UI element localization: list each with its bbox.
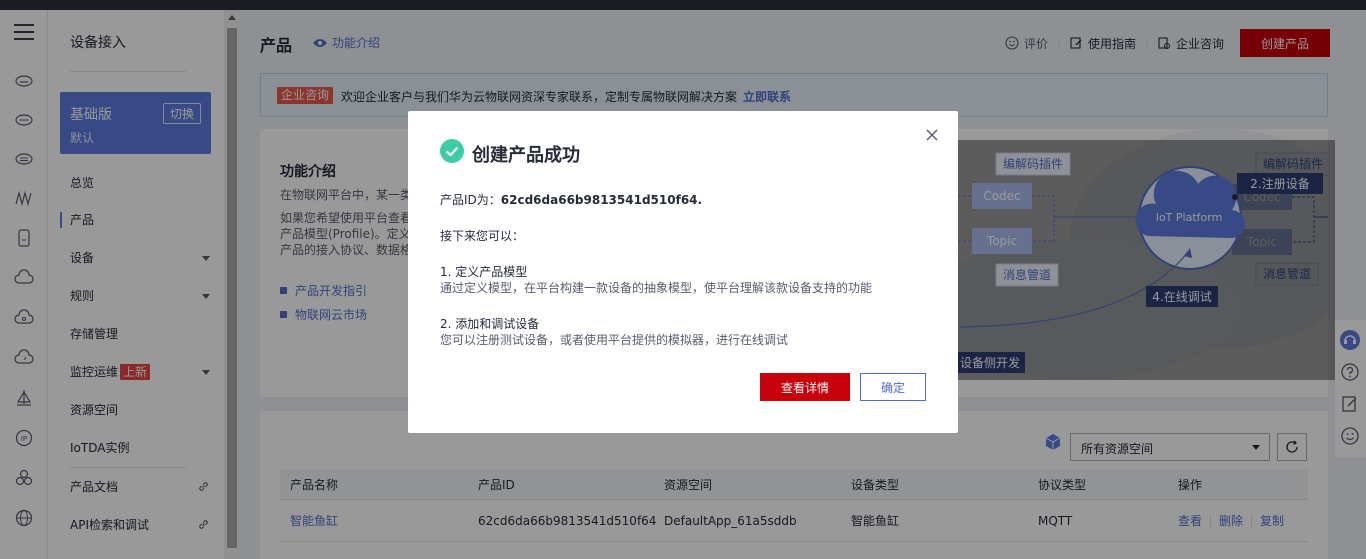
next-steps-label: 接下来您可以： <box>440 229 525 243</box>
product-id-message: 产品ID为：62cd6da66b9813541d510f64. <box>440 193 703 207</box>
step-add-device-title: 2. 添加和调试设备 <box>440 317 540 331</box>
dialog-title: 创建产品成功 <box>472 145 580 166</box>
confirm-button[interactable]: 确定 <box>860 373 926 401</box>
create-success-dialog: 创建产品成功 产品ID为：62cd6da66b9813541d510f64. 接… <box>408 111 958 433</box>
product-id-value: 62cd6da66b9813541d510f64. <box>500 193 703 207</box>
view-details-button[interactable]: 查看详情 <box>760 373 850 401</box>
step-add-device-desc: 您可以注册测试设备，或者使用平台提供的模拟器，进行在线调试 <box>440 333 789 347</box>
step-define-model-desc: 通过定义模型，在平台构建一款设备的抽象模型，使平台理解该款设备支持的功能 <box>440 281 873 295</box>
step-define-model-title: 1. 定义产品模型 <box>440 265 528 279</box>
close-icon[interactable] <box>926 129 938 141</box>
diagram-dim <box>950 140 1335 380</box>
success-check-icon <box>440 139 464 163</box>
